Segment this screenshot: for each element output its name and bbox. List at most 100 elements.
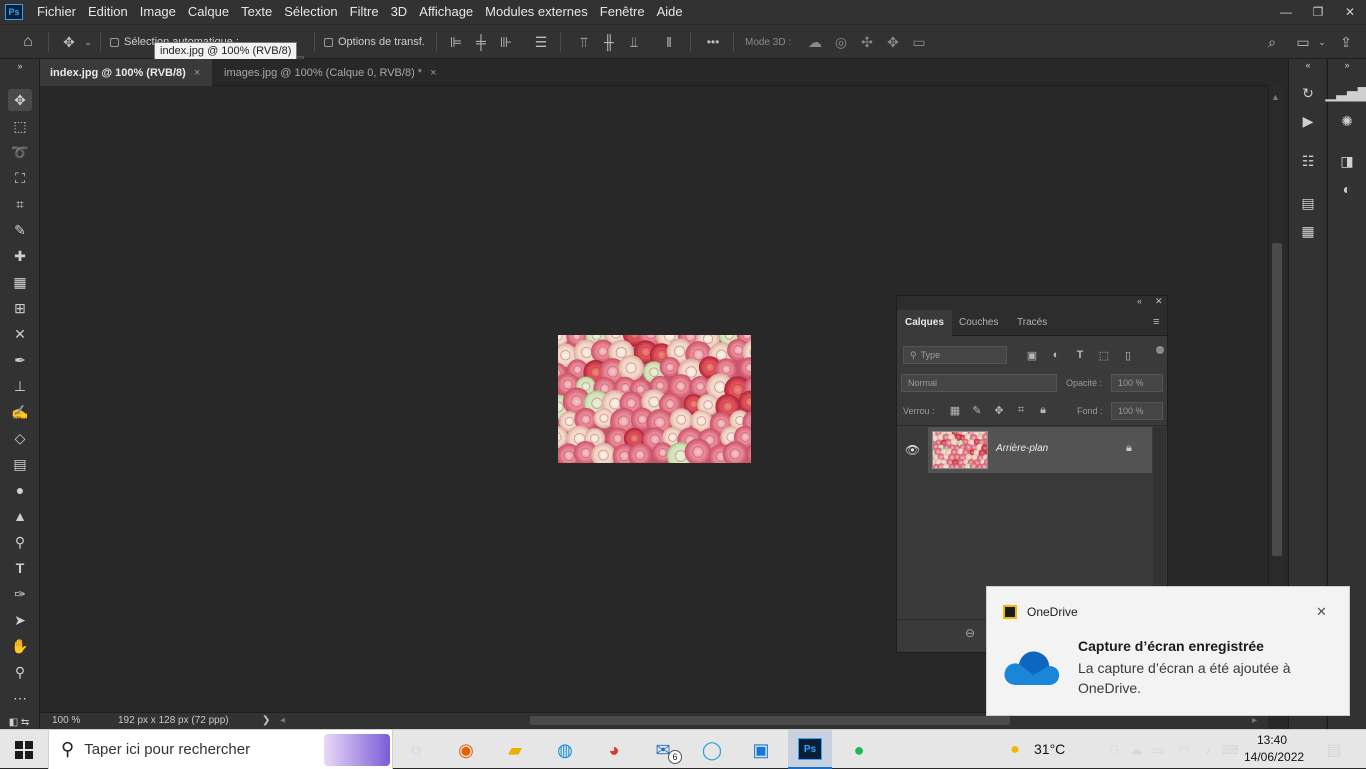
dodge-tool-icon[interactable]: ⚲ [8, 531, 32, 553]
filter-toggle[interactable] [1156, 346, 1164, 354]
chevron-down-icon[interactable]: ⌄ [82, 33, 94, 51]
align-center-icon[interactable]: ╪ [472, 33, 490, 51]
libraries-icon[interactable]: ◨ [1337, 151, 1357, 171]
orbit-3d-icon[interactable]: ☁ [806, 33, 824, 51]
transform-options[interactable]: Options de transf. [324, 33, 425, 51]
search-icon[interactable]: ⌕ [1263, 33, 1281, 51]
share-icon[interactable]: ⇪ [1337, 33, 1355, 51]
layer-lock-icon[interactable]: 🔒︎ [1126, 442, 1132, 455]
menu-texte[interactable]: Texte [235, 0, 278, 24]
fill-input[interactable]: 100 % [1111, 402, 1163, 420]
layer-row-arriere-plan[interactable]: Arrière-plan 🔒︎ [928, 427, 1152, 473]
onedrive-notification[interactable]: OneDrive ✕ Capture d’écran enregistrée L… [986, 586, 1350, 716]
marquee-tool-icon[interactable]: ⬚ [8, 115, 32, 137]
align-left-icon[interactable]: ⊫ [447, 33, 465, 51]
type-tool-icon[interactable]: T [8, 557, 32, 579]
healing-brush-tool-icon[interactable]: ✚ [8, 245, 32, 267]
properties-icon[interactable]: ▤ [1298, 193, 1318, 213]
onedrive-tray-icon[interactable]: ☁ [1124, 738, 1148, 762]
layer-name[interactable]: Arrière-plan [996, 443, 1048, 454]
distribute-vertical-icon[interactable]: ‖ [660, 33, 678, 51]
clock-date[interactable]: 14/06/2022 [1244, 750, 1302, 764]
path-selection-tool-icon[interactable]: ➤ [8, 609, 32, 631]
expand-panels-icon[interactable]: » [1337, 59, 1357, 71]
lock-position-icon[interactable]: ✥ [992, 403, 1006, 417]
home-icon[interactable]: ⌂ [19, 33, 37, 51]
people-icon[interactable]: ⚇ [1102, 738, 1126, 762]
status-menu-arrow[interactable]: ❯ [262, 715, 270, 726]
menu-affichage[interactable]: Affichage [413, 0, 479, 24]
lock-pixels-icon[interactable]: ✎ [970, 403, 984, 417]
battery-icon[interactable]: ▭ [1146, 738, 1170, 762]
crop-tool-icon[interactable]: ⌗ [8, 193, 32, 215]
object-selection-tool-icon[interactable]: ⛶ [8, 167, 32, 189]
align-middle-icon[interactable]: ╫ [600, 33, 618, 51]
menu-fenetre[interactable]: Fenêtre [594, 0, 651, 24]
filter-pixel-icon[interactable]: ▣ [1025, 348, 1039, 362]
align-top-icon[interactable]: ⫪ [575, 33, 593, 51]
filter-adjustment-icon[interactable]: ◐ [1049, 348, 1063, 362]
lock-transparency-icon[interactable]: ▦ [948, 403, 962, 417]
menu-calque[interactable]: Calque [182, 0, 235, 24]
scroll-right-icon[interactable]: ▸ [1252, 715, 1257, 726]
scroll-left-icon[interactable]: ◂ [280, 715, 285, 726]
restore-button[interactable]: ❐ [1302, 0, 1334, 24]
slide-3d-icon[interactable]: ✥ [884, 33, 902, 51]
horizontal-scrollbar-thumb[interactable] [530, 716, 1010, 725]
zoom-tool-icon[interactable]: ⚲ [8, 661, 32, 683]
actions-play-icon[interactable]: ▶ [1298, 111, 1318, 131]
histogram-icon[interactable]: ▁▃▅▇ [1337, 83, 1357, 103]
gradient-tool-icon[interactable]: ▤ [8, 453, 32, 475]
layers-panel-header[interactable]: « ✕ [897, 296, 1167, 310]
link-layers-icon[interactable]: ⊖ [965, 626, 975, 640]
patch-tool-icon[interactable]: ▦ [8, 271, 32, 293]
file-explorer-icon[interactable]: ▰ [503, 738, 527, 762]
distribute-icon[interactable]: ☰ [532, 33, 550, 51]
menu-modules-externes[interactable]: Modules externes [479, 0, 594, 24]
scroll-up-icon[interactable]: ▲ [1271, 92, 1280, 102]
language-icon[interactable]: ⌨ [1218, 738, 1242, 762]
navigator-icon[interactable]: ✺ [1337, 111, 1357, 131]
store-icon[interactable]: ▣ [749, 738, 773, 762]
auto-select-checkbox[interactable] [110, 38, 119, 47]
photoshop-taskbar-icon[interactable]: Ps [798, 738, 822, 760]
wifi-icon[interactable]: ◠ [1172, 738, 1196, 762]
filter-shape-icon[interactable]: ⬚ [1097, 348, 1111, 362]
chrome-icon[interactable]: ◕ [602, 738, 626, 762]
layer-filter-dropdown[interactable]: ⚲ Type [903, 346, 1007, 364]
camera-3d-icon[interactable]: ▭ [910, 33, 928, 51]
tab-index-jpg[interactable]: index.jpg @ 100% (RVB/8) × [40, 59, 212, 86]
notes-icon[interactable]: ▦ [1298, 221, 1318, 241]
edit-toolbar-icon[interactable]: ⋯ [8, 687, 32, 709]
chevron-down-icon[interactable]: ⌄ [1316, 33, 1328, 51]
pen-tool-icon[interactable]: ✑ [8, 583, 32, 605]
close-notification-button[interactable]: ✕ [1316, 604, 1327, 620]
more-options-button[interactable]: ••• [704, 33, 722, 51]
close-tab-icon[interactable]: × [430, 67, 436, 79]
firefox-icon[interactable]: ◉ [454, 738, 478, 762]
menu-aide[interactable]: Aide [651, 0, 689, 24]
workspace-icon[interactable]: ▭ [1294, 33, 1312, 51]
cortana-icon[interactable]: ◯ [700, 738, 724, 762]
clone-stamp-tool-icon[interactable]: ⊥ [8, 375, 32, 397]
move-tool-preset-icon[interactable]: ✥ [60, 33, 78, 51]
menu-filtre[interactable]: Filtre [344, 0, 385, 24]
blend-mode-dropdown[interactable]: Normal [901, 374, 1057, 392]
opacity-input[interactable]: 100 % [1111, 374, 1163, 392]
spotify-icon[interactable]: ● [847, 738, 871, 762]
menu-edition[interactable]: Edition [82, 0, 134, 24]
history-brush-tool-icon[interactable]: ✍ [8, 401, 32, 423]
menu-3d[interactable]: 3D [385, 0, 414, 24]
search-highlight-image[interactable] [324, 734, 390, 766]
tab-traces[interactable]: Tracés [1009, 310, 1055, 336]
brush-tool-icon[interactable]: ✒ [8, 349, 32, 371]
tab-couches[interactable]: Couches [951, 310, 1006, 336]
sharpen-tool-icon[interactable]: ▲ [8, 505, 32, 527]
transform-options-checkbox[interactable] [324, 38, 333, 47]
frame-tool-icon[interactable]: ⊞ [8, 297, 32, 319]
edge-icon[interactable]: ◍ [553, 738, 577, 762]
menu-fichier[interactable]: Fichier [31, 0, 82, 24]
tab-images-jpg[interactable]: images.jpg @ 100% (Calque 0, RVB/8) * × [214, 59, 450, 86]
weather-temperature[interactable]: 31°C [1034, 741, 1065, 757]
tab-calques[interactable]: Calques [897, 310, 952, 336]
